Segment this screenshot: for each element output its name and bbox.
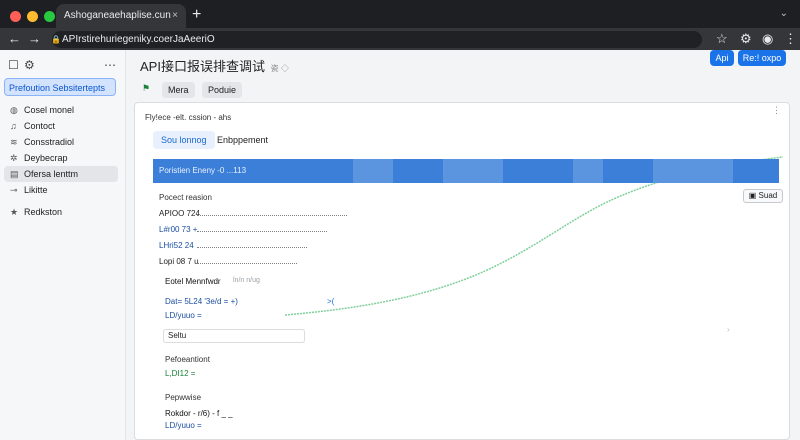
data-link[interactable]: >( [327, 297, 334, 306]
param-key: Lopi 08 7 u [159, 257, 199, 266]
value-line-1: LD/yuuo = [165, 311, 202, 320]
pefomation-value: L,DI12 = [165, 369, 196, 378]
param-row[interactable]: APIOO 724 [159, 209, 359, 221]
mera-button[interactable]: Mera [162, 82, 195, 98]
param-row[interactable]: L#r00 73 + [159, 225, 359, 237]
param-row[interactable]: Lopi 08 7 u [159, 257, 359, 269]
sidebar-item-label: Likitte [24, 185, 48, 195]
sidebar-item-label: Redkston [24, 207, 63, 217]
flag-icon[interactable]: ⚑ [142, 83, 150, 94]
param-key: L#r00 73 + [159, 225, 198, 234]
edit-icon[interactable]: ☐ [8, 58, 19, 72]
sidebar-item-likitte[interactable]: ⊸ Likitte [4, 182, 118, 198]
banner-text: Poristien Eneny -0 ...113 [159, 166, 247, 175]
param-value-line [197, 215, 347, 216]
sidebar-item-label: Ofersa lenttm [24, 169, 79, 179]
extensions-icon[interactable]: ⚙ [740, 29, 752, 49]
run-button[interactable]: Re:! oxpo [738, 50, 786, 66]
section-title-pepwwise: Pepwwise [165, 393, 202, 402]
sidebar-item-deybecrap[interactable]: ✲ Deybecrap [4, 150, 118, 166]
project-selector-button[interactable]: Prefoution Sebsitertepts [4, 78, 116, 96]
chevron-right-icon[interactable]: › [727, 325, 730, 334]
back-icon[interactable]: ← [8, 29, 21, 49]
param-key: APIOO 724 [159, 209, 200, 218]
tab-title: Ashoganeaehaplise.cun [64, 10, 171, 21]
section-subtitle-getting: ln/n n/ug [233, 277, 260, 284]
browser-titlebar: Ashoganeaehaplise.cun × + ⌄ [0, 0, 800, 28]
sidebar-item-label: Consstradiol [24, 137, 75, 147]
sidebar-top-icons: ☐ ⚙ ⋯ [8, 58, 120, 72]
maximize-window-button[interactable] [44, 11, 55, 22]
profile-icon[interactable]: ◉ [762, 29, 773, 49]
poduie-button[interactable]: Poduie [202, 82, 243, 98]
page-title: API接口报误排查调试 瓷 ◇ [140, 56, 289, 75]
url-text: APIrstirehuriegeniky.coerJaAeeriO [62, 34, 215, 45]
send-label: Suad [758, 191, 778, 200]
sidebar-item-cosel-monel[interactable]: ◍ Cosel monel [4, 102, 118, 118]
send-button[interactable]: ▣ Suad [743, 189, 783, 203]
more-vertical-icon[interactable]: ⋮ [772, 105, 781, 116]
sidebar-item-label: Contoct [24, 121, 56, 131]
page-title-suffix: 瓷 ◇ [270, 64, 289, 73]
rokdor-line: Rokdor - r/6) - f _ _ [165, 409, 233, 418]
sidebar: ☐ ⚙ ⋯ Prefoution Sebsitertepts ◍ Cosel m… [0, 50, 126, 440]
music-note-icon: ♫ [10, 121, 17, 131]
document-icon: ▤ [10, 169, 19, 179]
page-title-text: API接口报误排查调试 [140, 59, 265, 74]
param-value-line [197, 263, 297, 264]
panel-heading: Fly!ece -elt. cssion - ahs [145, 113, 232, 122]
gear-icon: ✲ [10, 153, 18, 163]
chevron-down-icon[interactable]: ⌄ [780, 8, 788, 19]
star-bookmark-icon[interactable]: ☆ [716, 29, 728, 49]
data-line: Dat= 5L24 '3e/d = +) [165, 297, 238, 306]
status-banner: Poristien Eneny -0 ...113 [153, 159, 779, 183]
param-key: LHri52 24 [159, 241, 194, 250]
param-value-line [197, 247, 307, 248]
param-value-line [197, 231, 327, 232]
tab-enbppement[interactable]: Enbppement [209, 131, 276, 149]
new-tab-button[interactable]: + [192, 6, 201, 24]
more-icon[interactable]: ⋯ [104, 58, 116, 72]
globe-icon: ◍ [10, 105, 18, 115]
address-bar-row: ← → 🔒 APIrstirehuriegeniky.coerJaAeeriO … [0, 28, 800, 50]
section-title-pefomation: Pefoeantiont [165, 355, 210, 364]
close-tab-icon[interactable]: × [172, 4, 178, 28]
main-area: API接口报误排查调试 瓷 ◇ Api Re:! oxpo ⚑ Mera Pod… [126, 50, 800, 440]
param-row[interactable]: LHri52 24 [159, 241, 359, 253]
sidebar-item-ofersa-lenttm[interactable]: ▤ Ofersa lenttm [4, 166, 118, 182]
section-title-getting: Eotel Mennfwdr [165, 277, 221, 286]
app-window: ☐ ⚙ ⋯ Prefoution Sebsitertepts ◍ Cosel m… [0, 50, 800, 440]
close-window-button[interactable] [10, 11, 21, 22]
tab-sou-lonnog[interactable]: Sou lonnog [153, 131, 215, 149]
api-button[interactable]: Api [710, 50, 734, 66]
star-icon: ★ [10, 207, 19, 217]
settings-icon[interactable]: ⚙ [24, 58, 35, 72]
url-bar[interactable]: 🔒 APIrstirehuriegeniky.coerJaAeeriO [51, 31, 702, 48]
sidebar-item-contoct[interactable]: ♫ Contoct [4, 118, 118, 134]
sidebar-item-redkston[interactable]: ★ Redkston [4, 204, 118, 220]
sidebar-item-label: Deybecrap [24, 153, 68, 163]
send-icon: ▣ [748, 191, 759, 200]
browser-menu-icon[interactable]: ⋮ [784, 29, 797, 49]
request-panel: Fly!ece -elt. cssion - ahs ⋮ Sou lonnog … [134, 102, 790, 440]
status-field[interactable]: Seltu [163, 329, 305, 343]
lock-icon: 🔒 [51, 35, 61, 44]
browser-tab[interactable]: Ashoganeaehaplise.cun × [56, 4, 186, 28]
section-title-project: Pocect reasion [159, 193, 212, 202]
stack-icon: ≋ [10, 137, 18, 147]
value-line-2: LD/yuuo = [165, 421, 202, 430]
sidebar-item-consstradiol[interactable]: ≋ Consstradiol [4, 134, 118, 150]
sidebar-item-label: Cosel monel [24, 105, 75, 115]
forward-icon[interactable]: → [28, 29, 41, 49]
trace-curve [284, 156, 784, 316]
minimize-window-button[interactable] [27, 11, 38, 22]
link-icon: ⊸ [10, 185, 18, 195]
